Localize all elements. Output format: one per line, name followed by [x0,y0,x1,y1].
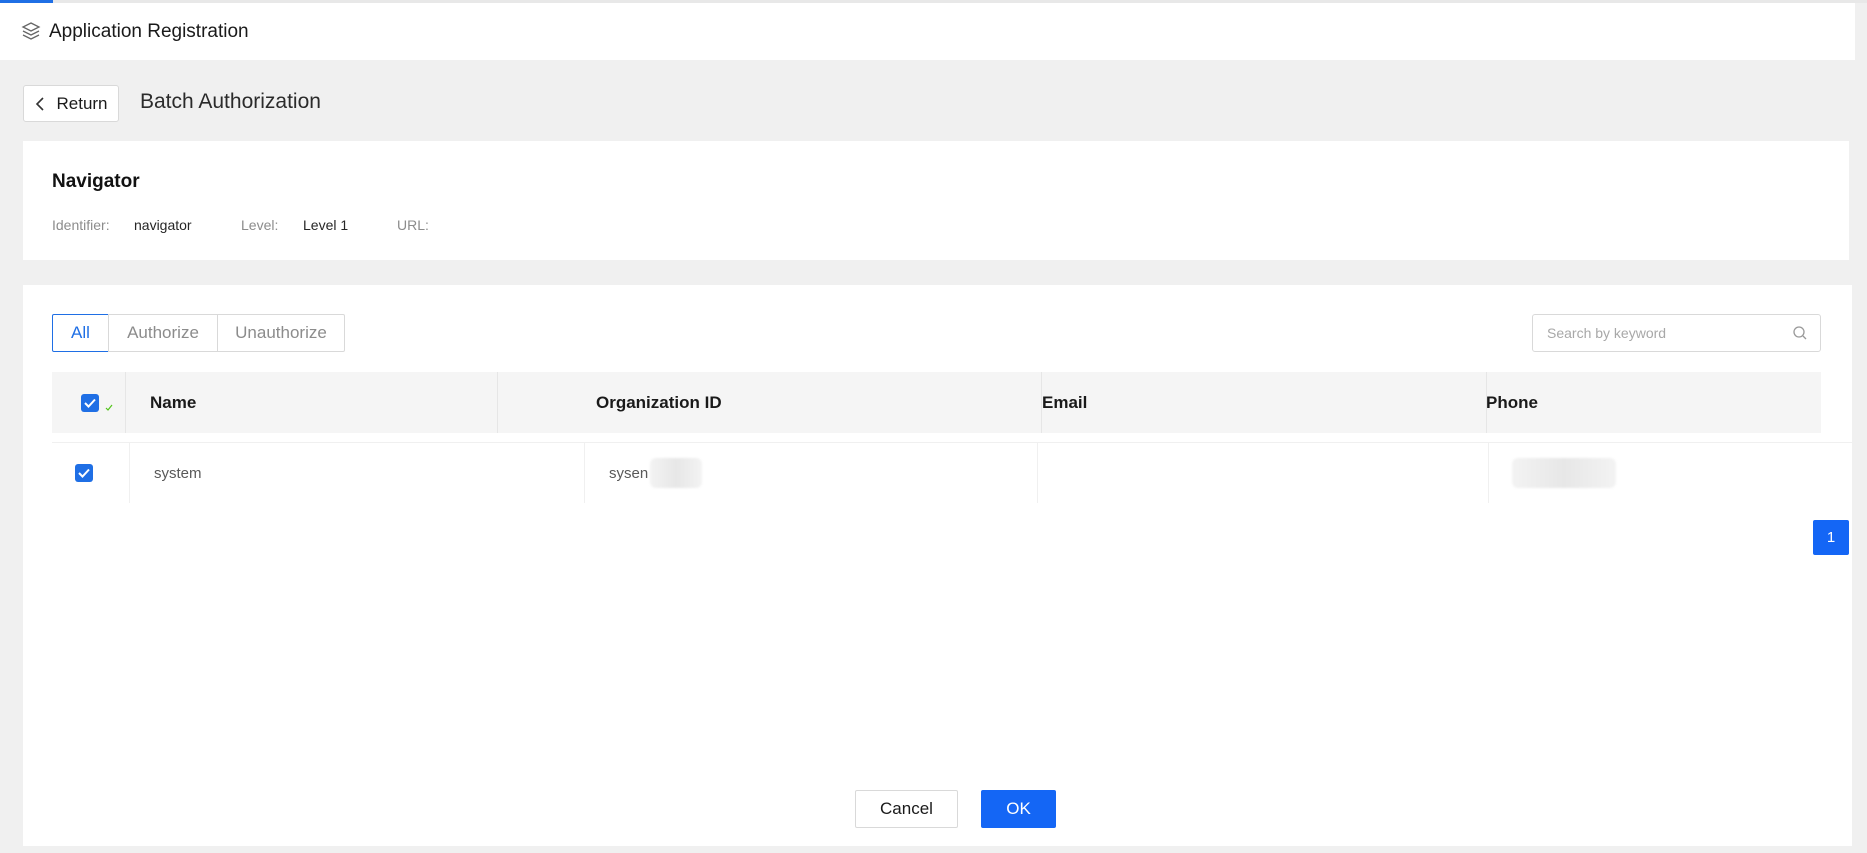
layers-icon [20,21,42,43]
identifier-label: Identifier: [52,217,110,233]
level-value-wrap: Level 1 [303,217,348,233]
app-header: Application Registration [0,3,1855,60]
redacted-block [650,458,703,488]
table-row[interactable]: system sysen [52,442,1852,503]
row-name: system [154,464,202,482]
ok-button[interactable]: OK [981,790,1056,828]
row-phone-cell [1512,443,1616,503]
level-value: Level 1 [303,217,349,233]
pagination-page-1[interactable]: 1 [1813,520,1849,555]
url-label: URL: [397,217,429,233]
filter-tab-unauthorize[interactable]: Unauthorize [217,314,345,352]
return-label: Return [56,93,108,113]
table-header: Name Organization ID Email Phone [52,372,1821,433]
header-checkbox-wrap [81,394,113,412]
column-header-phone: Phone [1486,392,1538,412]
app-title: Application Registration [49,20,249,42]
select-all-checkbox[interactable] [81,394,99,412]
column-divider [125,372,126,433]
cell-divider [1037,443,1038,503]
cell-divider [129,443,130,503]
row-checkbox-cell [75,443,93,503]
column-header-email: Email [1042,392,1088,412]
check-mark-icon [105,399,113,411]
cancel-button[interactable]: Cancel [855,790,958,828]
level-meta: Level: [241,217,278,233]
column-divider [497,372,498,433]
page-scrollbar[interactable] [1855,60,1867,853]
cell-divider [1488,443,1489,503]
url-meta: URL: [397,217,429,233]
identifier-meta: Identifier: [52,217,110,233]
identifier-value-wrap: navigator [134,217,192,233]
identifier-value: navigator [134,217,192,233]
row-organization-id: sysen [609,464,649,482]
page-title: Batch Authorization [140,90,321,113]
search-box [1532,314,1821,352]
row-checkbox[interactable] [75,464,93,482]
row-organization-id-cell: sysen [609,443,703,503]
app-info-card: Navigator Identifier: navigator Level: L… [23,141,1849,260]
level-label: Level: [241,217,279,233]
chevron-left-icon [34,96,48,112]
search-icon[interactable] [1792,325,1808,341]
redacted-block [1512,458,1616,488]
filter-tab-all[interactable]: All [52,314,109,352]
authorization-panel: All Authorize Unauthorize Name Organizat… [23,285,1852,846]
return-button[interactable]: Return [23,85,119,122]
cell-divider [584,443,585,503]
column-header-name: Name [150,392,197,412]
search-input[interactable] [1547,315,1787,351]
filter-segmented-control: All Authorize Unauthorize [52,314,345,352]
filter-tab-authorize[interactable]: Authorize [108,314,218,352]
app-name: Navigator [52,171,140,192]
column-header-organization-id: Organization ID [596,392,722,412]
